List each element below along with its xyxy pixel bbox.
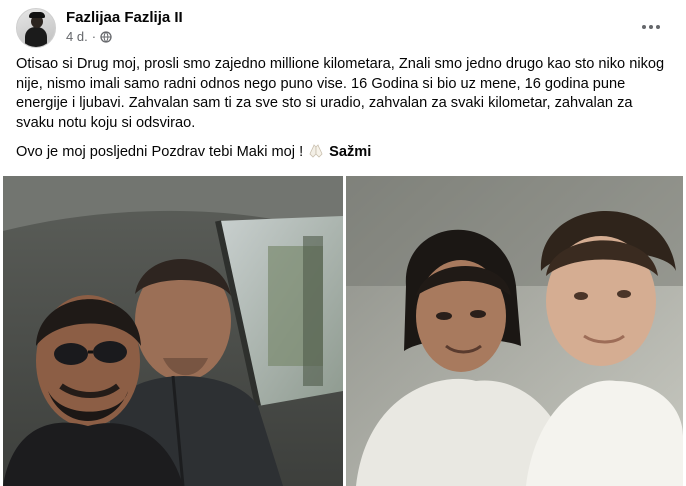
author-name[interactable]: Fazlijaa Fazlija II [66, 9, 183, 26]
car-selfie-photo[interactable] [3, 176, 343, 486]
vintage-portrait-image [346, 176, 683, 486]
facebook-post: Fazlijaa Fazlija II 4 d. · Otisao si Dru… [0, 0, 686, 486]
globe-icon[interactable] [100, 30, 112, 43]
more-options-icon [642, 25, 646, 29]
avatar[interactable] [16, 8, 56, 48]
post-paragraph-1: Otisao si Drug moj, prosli smo zajedno m… [16, 56, 665, 131]
post-header: Fazlijaa Fazlija II 4 d. · [0, 0, 686, 52]
post-timestamp[interactable]: 4 d. [66, 29, 88, 44]
praying-hands-icon [309, 144, 323, 158]
meta-separator: · [91, 29, 97, 44]
post-paragraph-2-wrapper: Ovo je moj posljedni Pozdrav tebi Maki m… [16, 143, 674, 163]
more-options-button[interactable] [636, 12, 666, 42]
car-selfie-image [3, 176, 343, 486]
post-text: Otisao si Drug moj, prosli smo zajedno m… [16, 55, 674, 163]
vintage-portrait-photo[interactable] [346, 176, 683, 486]
see-less-link[interactable]: Sažmi [329, 144, 371, 160]
post-meta: 4 d. · [66, 29, 112, 44]
post-paragraph-2: Ovo je moj posljedni Pozdrav tebi Maki m… [16, 144, 304, 160]
